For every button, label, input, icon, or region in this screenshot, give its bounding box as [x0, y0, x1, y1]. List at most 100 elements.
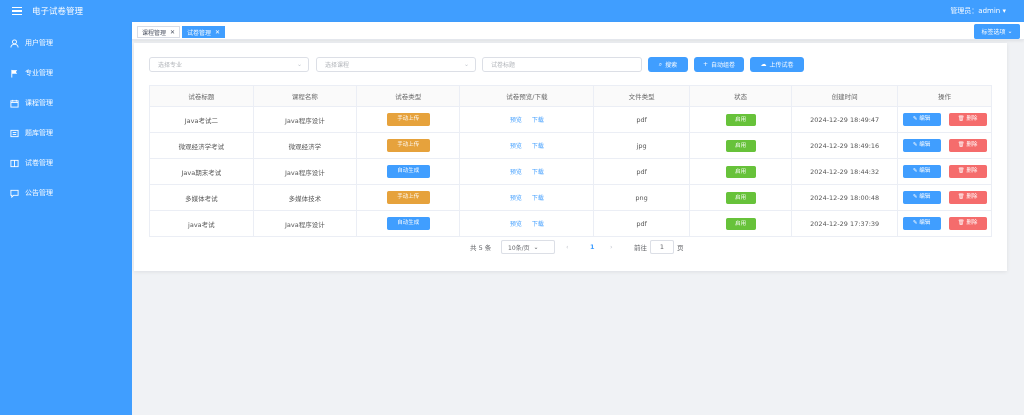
chevron-down-icon: ⌄ — [533, 243, 539, 251]
trash-icon: 🗑 — [957, 142, 965, 148]
edit-icon: ✎ — [912, 220, 918, 226]
chevron-down-icon: ⌄ — [463, 61, 469, 68]
calendar-icon — [10, 99, 19, 108]
edit-label: 编辑 — [919, 116, 931, 122]
cell-status: 启用 — [689, 106, 793, 133]
download-link[interactable]: 下载 — [532, 221, 544, 228]
header-type: 试卷类型 — [356, 85, 461, 107]
chevron-down-icon: ⌄ — [296, 61, 302, 68]
tab-options-button[interactable]: 标签选项 ⌄ — [974, 24, 1020, 39]
cell-course: 微观经济学 — [253, 132, 357, 159]
cell-type: 手动上传 — [356, 106, 461, 133]
cell-title: Java期末考试 — [149, 158, 254, 185]
delete-button[interactable]: 🗑 删除 — [948, 217, 987, 230]
plus-icon: + — [702, 61, 708, 68]
status-badge: 启用 — [725, 217, 756, 230]
sidebar-item-notices[interactable]: 公告管理 — [0, 178, 132, 208]
page-number-current[interactable]: 1 — [590, 240, 595, 254]
type-tag: 自动生成 — [386, 217, 430, 230]
preview-link[interactable]: 预览 — [510, 117, 522, 124]
pagination: 共 5 条 10条/页 ⌄ ‹ 1 › 前往 1 页 — [134, 240, 1007, 254]
download-link[interactable]: 下载 — [532, 143, 544, 150]
sidebar-item-label: 用户管理 — [25, 39, 53, 47]
cell-type: 手动上传 — [356, 132, 461, 159]
cell-status: 启用 — [689, 210, 793, 237]
goto-page-input[interactable]: 1 — [650, 240, 674, 254]
auto-compose-button[interactable]: + 自动组卷 — [694, 57, 744, 72]
sidebar-item-majors[interactable]: 专业管理 — [0, 58, 132, 88]
caret-down-icon: ▾ — [1002, 7, 1006, 15]
top-bar: 管理员：admin ▾ — [132, 0, 1024, 22]
brand: 电子试卷管理 — [0, 0, 132, 22]
flag-icon — [10, 69, 19, 78]
course-select[interactable]: 选择课程 ⌄ — [316, 57, 476, 72]
preview-link[interactable]: 预览 — [510, 195, 522, 202]
delete-button[interactable]: 🗑 删除 — [948, 191, 987, 204]
major-placeholder: 选择专业 — [158, 62, 183, 69]
table-body: Java考试二 Java程序设计 手动上传 预览 下载 pdf 启用 2024-12-29 1… — [149, 106, 992, 237]
sidebar-item-question-bank[interactable]: 题库管理 — [0, 118, 132, 148]
major-select[interactable]: 选择专业 ⌄ — [149, 57, 309, 72]
preview-link[interactable]: 预览 — [510, 221, 522, 228]
download-link[interactable]: 下载 — [532, 117, 544, 124]
cell-created: 2024-12-29 18:49:16 — [791, 132, 899, 159]
header-course: 课程名称 — [253, 85, 357, 107]
delete-button[interactable]: 🗑 删除 — [948, 113, 987, 126]
header-actions: 操作 — [897, 85, 992, 107]
edit-label: 编辑 — [919, 168, 931, 174]
close-icon[interactable]: ✕ — [170, 29, 175, 36]
header-created: 创建时间 — [791, 85, 899, 107]
cloud-upload-icon: ☁ — [760, 61, 767, 68]
preview-link[interactable]: 预览 — [510, 143, 522, 150]
tab-courses[interactable]: 课程管理 ✕ — [137, 26, 181, 38]
sidebar-item-label: 专业管理 — [25, 69, 53, 77]
trash-icon: 🗑 — [957, 194, 965, 200]
cell-created: 2024-12-29 18:49:47 — [791, 106, 899, 133]
edit-label: 编辑 — [919, 220, 931, 226]
sidebar-item-users[interactable]: 用户管理 — [0, 28, 132, 58]
status-badge: 启用 — [725, 139, 756, 152]
search-button[interactable]: ⌕ 搜索 — [648, 57, 688, 72]
trash-icon: 🗑 — [957, 168, 965, 174]
edit-button[interactable]: ✎ 编辑 — [902, 139, 941, 152]
upload-exam-button[interactable]: ☁ 上传试卷 — [750, 57, 804, 72]
edit-button[interactable]: ✎ 编辑 — [902, 191, 941, 204]
edit-button[interactable]: ✎ 编辑 — [902, 217, 941, 230]
next-page-icon[interactable]: › — [610, 240, 613, 254]
table-header-row: 试卷标题 课程名称 试卷类型 试卷预览/下载 文件类型 状态 创建时间 操作 — [149, 85, 992, 107]
cell-status: 启用 — [689, 132, 793, 159]
edit-button[interactable]: ✎ 编辑 — [902, 165, 941, 178]
menu-toggle-icon[interactable] — [12, 7, 22, 15]
cell-file-type: pdf — [593, 106, 690, 133]
preview-link[interactable]: 预览 — [510, 169, 522, 176]
title-input[interactable]: 试卷标题 — [482, 57, 642, 72]
book-icon — [10, 159, 19, 168]
cell-preview: 预览 下载 — [459, 184, 595, 211]
download-link[interactable]: 下载 — [532, 195, 544, 202]
prev-page-icon[interactable]: ‹ — [566, 240, 569, 254]
download-link[interactable]: 下载 — [532, 169, 544, 176]
delete-button[interactable]: 🗑 删除 — [948, 165, 987, 178]
cell-preview: 预览 下载 — [459, 106, 595, 133]
close-icon[interactable]: ✕ — [215, 29, 220, 36]
tab-exams[interactable]: 试卷管理 ✕ — [182, 26, 226, 38]
search-icon: ⌕ — [658, 60, 663, 68]
cell-preview: 预览 下载 — [459, 132, 595, 159]
app-title: 电子试卷管理 — [32, 7, 84, 17]
edit-button[interactable]: ✎ 编辑 — [902, 113, 941, 126]
header-preview: 试卷预览/下载 — [459, 85, 595, 107]
header-status: 状态 — [689, 85, 793, 107]
header-title: 试卷标题 — [149, 85, 254, 107]
sidebar-item-courses[interactable]: 课程管理 — [0, 88, 132, 118]
type-tag: 手动上传 — [386, 113, 430, 126]
sidebar-item-exams[interactable]: 试卷管理 — [0, 148, 132, 178]
admin-label: 管理员：admin — [950, 7, 1001, 15]
delete-button[interactable]: 🗑 删除 — [948, 139, 987, 152]
admin-menu[interactable]: 管理员：admin ▾ — [950, 6, 1006, 16]
cell-course: Java程序设计 — [253, 210, 357, 237]
page-size-select[interactable]: 10条/页 ⌄ — [501, 240, 555, 254]
cell-file-type: jpg — [593, 132, 690, 159]
cell-file-type: pdf — [593, 158, 690, 185]
page-size-label: 10条/页 — [508, 244, 530, 252]
edit-label: 编辑 — [919, 142, 931, 148]
